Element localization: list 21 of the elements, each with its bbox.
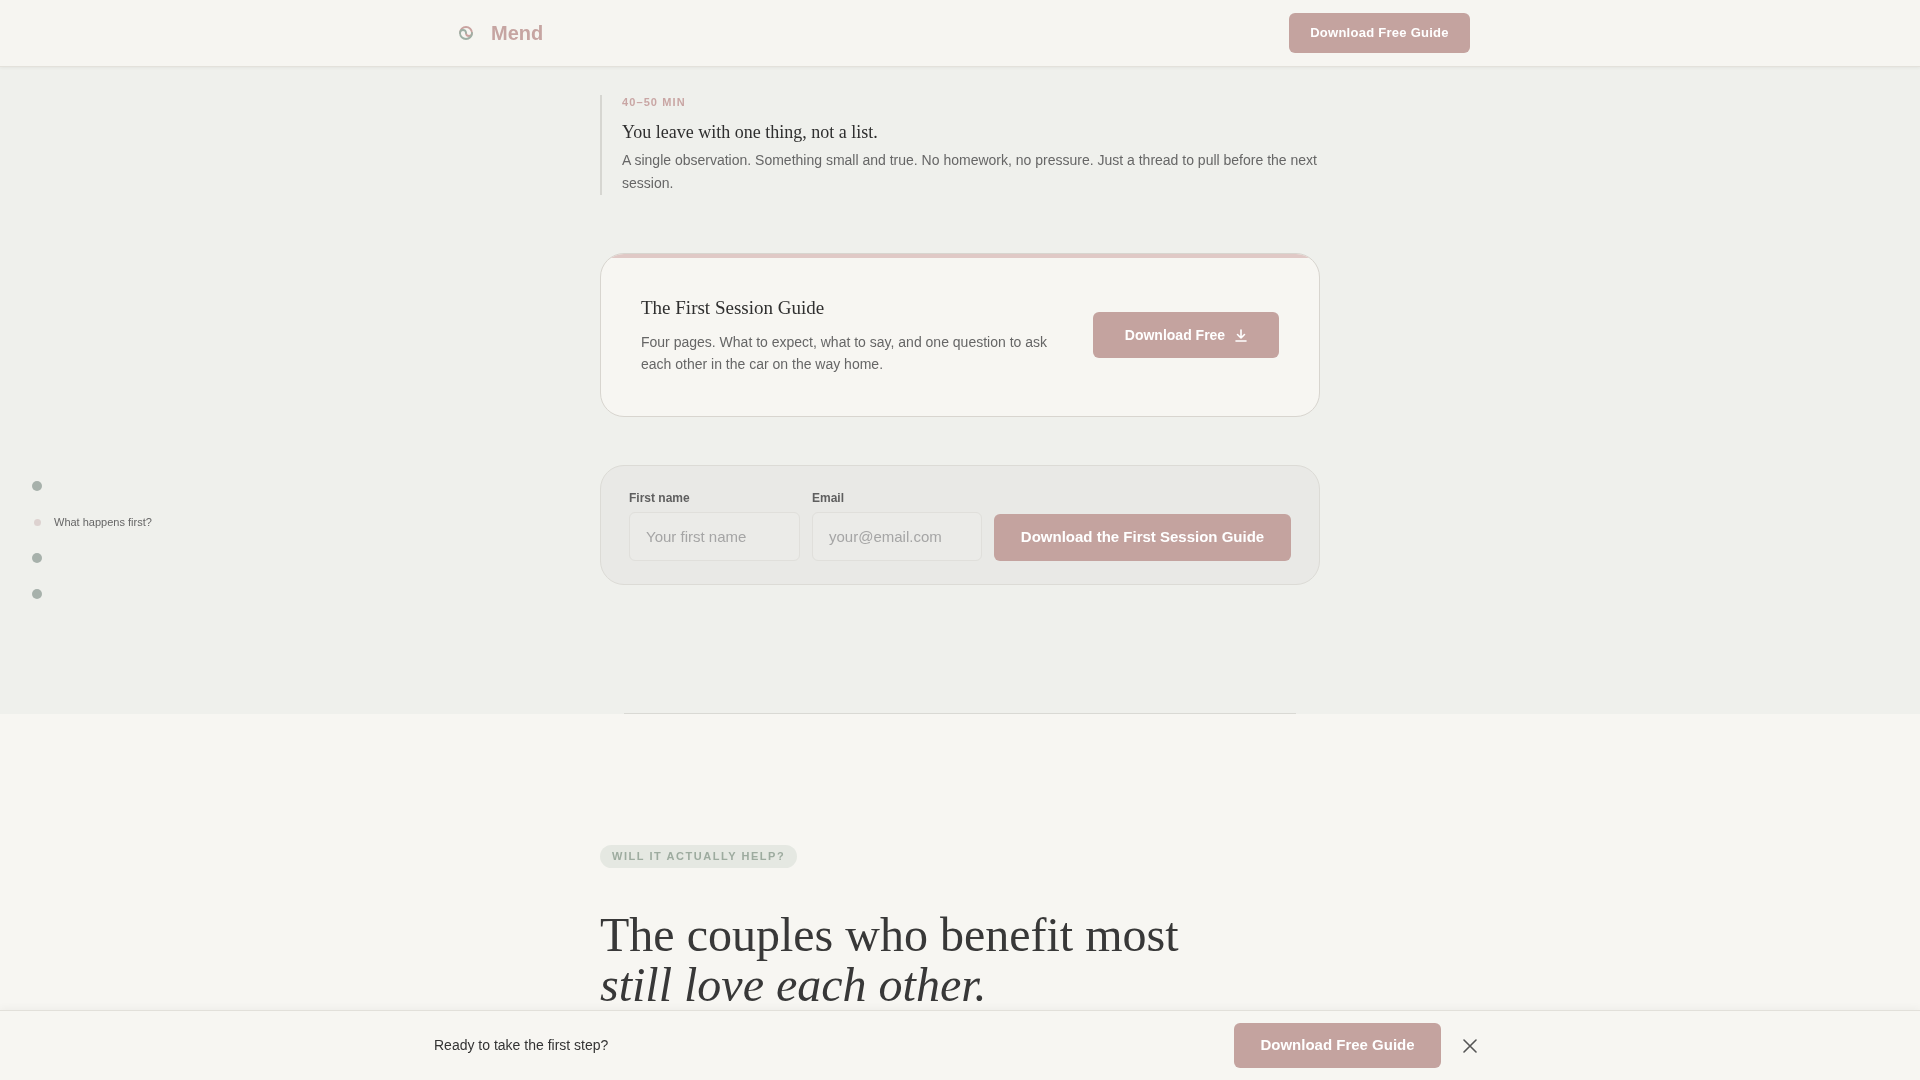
- logo-text: Mend: [491, 21, 544, 46]
- guide-description: Four pages. What to expect, what to say, and one question to ask each other in the car on the way home.: [641, 333, 1048, 374]
- guide-title: The First Session Guide: [641, 296, 826, 320]
- section-badge: WILL IT ACTUALLY HELP?: [600, 845, 798, 868]
- download-guide-button[interactable]: Download Free Guide: [1289, 13, 1470, 53]
- download-icon: [1235, 328, 1248, 342]
- text-input-field[interactable]: Your first name: [629, 512, 800, 561]
- download-free-button[interactable]: Download Free: [1093, 312, 1279, 358]
- close-icon[interactable]: [1463, 1038, 1477, 1053]
- section-heading: The couples who benefit most still love each other.: [600, 910, 1180, 1010]
- text-input-field[interactable]: your@email.com: [812, 512, 982, 561]
- step-title: You leave with one thing, not a list.: [622, 121, 879, 144]
- logo-icon: [458, 25, 474, 41]
- step-description: A single observation. Something small and true. No homework, no pressure. Just a thread to pull before the next session.: [622, 151, 1318, 193]
- nav-label: What happens first?: [54, 514, 152, 530]
- download-guide-submit-button[interactable]: Download the First Session Guide: [994, 514, 1291, 561]
- download-guide-button[interactable]: Download Free Guide: [1234, 1023, 1441, 1068]
- field-label: First name: [629, 490, 691, 506]
- step-time: 40–50 MIN: [622, 95, 687, 110]
- field-label: Email: [812, 490, 845, 506]
- sticky-bar-text: Ready to take the first step?: [434, 1036, 609, 1055]
